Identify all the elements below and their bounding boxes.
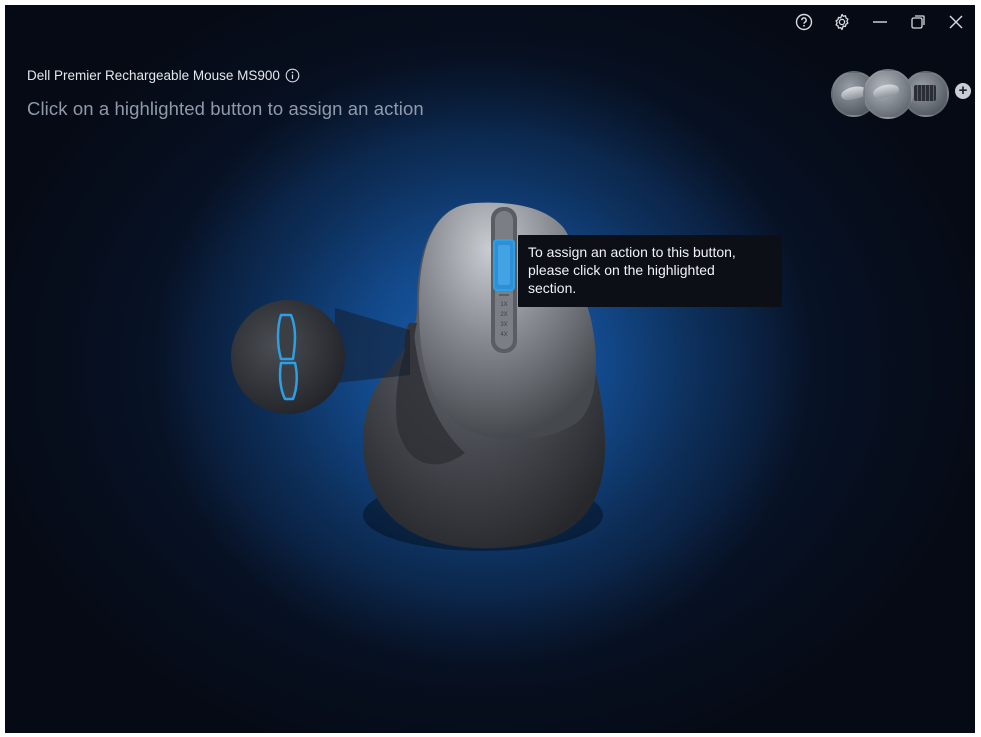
side-button-forward[interactable] xyxy=(276,313,297,361)
tooltip-line-1: To assign an action to this button, xyxy=(528,244,736,260)
dpi-label-1: 1X xyxy=(500,302,507,308)
keyboard-thumbnail-icon xyxy=(914,85,936,101)
mouse-illustration: 1X 2X 3X 4X xyxy=(231,202,605,551)
assign-action-tooltip: To assign an action to this button, plea… xyxy=(518,235,782,307)
app-window: Dell Premier Rechargeable Mouse MS900 Cl… xyxy=(5,5,975,733)
tooltip-line-2: please click on the highlighted xyxy=(528,262,715,278)
dpi-label-3: 3X xyxy=(500,322,507,328)
dpi-label-4: 4X xyxy=(500,332,507,338)
dpi-indicator: 1X 2X 3X 4X xyxy=(499,294,509,338)
dpi-label-2: 2X xyxy=(500,312,507,318)
scroll-wheel-button[interactable] xyxy=(493,239,515,291)
mouse-thumbnail-icon xyxy=(872,82,900,100)
device-thumb-ms900[interactable] xyxy=(863,69,913,119)
tooltip-line-3: section. xyxy=(528,280,577,296)
side-button-back[interactable] xyxy=(278,361,298,401)
